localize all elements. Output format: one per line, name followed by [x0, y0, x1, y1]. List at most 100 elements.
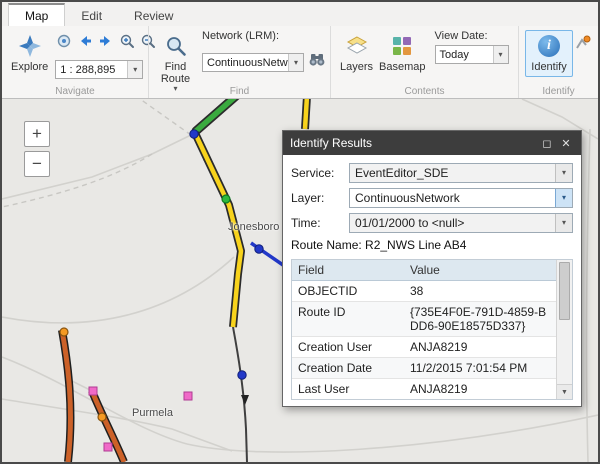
grid-row-creation-user[interactable]: Creation User ANJA8219: [292, 337, 556, 358]
panel-title: Identify Results: [290, 136, 536, 150]
map-zoom-out-button[interactable]: −: [24, 151, 50, 177]
view-date-value: Today: [436, 49, 493, 61]
grid-header-field: Field: [292, 260, 404, 280]
grid-cell-value: ANJA8219: [404, 337, 556, 357]
scale-dropdown-arrow[interactable]: ▾: [127, 61, 142, 78]
grid-row-last-user[interactable]: Last User ANJA8219: [292, 379, 556, 399]
find-route-magnifier-icon: [164, 34, 188, 58]
identify-info-icon: i: [537, 34, 561, 58]
attributes-grid: Field Value OBJECTID 38 Route ID {735E4F…: [291, 259, 573, 400]
scrollbar-thumb[interactable]: [559, 262, 570, 320]
grid-cell-value: ANJA8219: [404, 379, 556, 399]
ribbon-group-contents: Layers Basemap View Date: Today ▾: [330, 26, 518, 98]
grid-cell-field: Route ID: [292, 302, 404, 336]
explore-button[interactable]: Explore: [8, 30, 51, 77]
basemap-label: Basemap: [379, 61, 425, 73]
layers-label: Layers: [340, 61, 373, 73]
service-label: Service:: [291, 166, 349, 180]
identify-results-panel: Identify Results ◻ ✕ Service: EventEdito…: [282, 130, 582, 407]
time-dropdown-arrow[interactable]: ▾: [555, 214, 572, 232]
map-canvas[interactable]: Jonesboro Purmela + − Identify Results ◻…: [2, 99, 598, 462]
group-label-find: Find: [149, 86, 330, 97]
identify-label: Identify: [531, 61, 566, 73]
panel-body: Service: EventEditor_SDE ▾ Layer: Contin…: [283, 155, 581, 406]
search-binoculars-icon[interactable]: [308, 50, 326, 68]
service-combobox[interactable]: EventEditor_SDE ▾: [349, 163, 573, 183]
explore-compass-icon: [18, 34, 42, 58]
grid-cell-value: 38: [404, 281, 556, 301]
network-dropdown-arrow[interactable]: ▾: [288, 54, 303, 71]
grid-cell-field: Last User: [292, 379, 404, 399]
network-value: ContinuousNetwork: [203, 57, 288, 69]
caret-icon: ▾: [562, 194, 566, 202]
view-date-combobox[interactable]: Today ▾: [435, 45, 509, 64]
map-label-purmela: Purmela: [132, 407, 173, 419]
grid-cell-value: 11/2/2015 7:01:54 PM: [404, 358, 556, 378]
find-route-label: Find Route: [159, 61, 193, 85]
layer-dropdown-arrow[interactable]: ▾: [555, 189, 572, 207]
group-label-identify: Identify: [519, 86, 598, 97]
scrollbar-down-arrow[interactable]: ▼: [557, 384, 572, 399]
time-label: Time:: [291, 216, 349, 230]
map-label-jonesboro: Jonesboro: [228, 221, 279, 233]
caret-icon: ▾: [499, 51, 503, 59]
layer-combobox[interactable]: ContinuousNetwork ▾: [349, 188, 573, 208]
view-date-label: View Date:: [435, 30, 509, 42]
map-zoom-in-button[interactable]: +: [24, 121, 50, 147]
down-arrow-icon: ▼: [561, 389, 568, 396]
basemap-button[interactable]: Basemap: [376, 30, 428, 77]
caret-icon: ▾: [294, 59, 298, 67]
app-window: Map Edit Review Explore: [0, 0, 600, 464]
explore-label: Explore: [11, 61, 48, 73]
grid-cell-field: Creation User: [292, 337, 404, 357]
grid-cell-field: Creation Date: [292, 358, 404, 378]
layer-value: ContinuousNetwork: [350, 191, 555, 205]
caret-icon: ▾: [562, 169, 566, 177]
ribbon-group-identify: i Identify Identify: [518, 26, 598, 98]
grid-cell-field: OBJECTID: [292, 281, 404, 301]
grid-row-objectid[interactable]: OBJECTID 38: [292, 281, 556, 302]
ribbon: Explore: [2, 26, 598, 99]
group-label-navigate: Navigate: [2, 86, 148, 97]
network-lrm-label: Network (LRM):: [202, 30, 326, 42]
panel-titlebar[interactable]: Identify Results ◻ ✕: [283, 131, 581, 155]
identify-route-tool-icon[interactable]: [573, 34, 591, 52]
view-date-dropdown-arrow[interactable]: ▾: [493, 46, 508, 63]
next-extent-icon[interactable]: [97, 32, 115, 50]
service-dropdown-arrow[interactable]: ▾: [555, 164, 572, 182]
caret-icon: ▾: [562, 219, 566, 227]
grid-header-row: Field Value: [292, 260, 556, 281]
previous-extent-icon[interactable]: [76, 32, 94, 50]
tab-map[interactable]: Map: [8, 3, 65, 26]
tab-edit[interactable]: Edit: [65, 5, 118, 26]
map-zoom-control: + −: [24, 121, 50, 177]
time-value: 01/01/2000 to <null>: [350, 216, 555, 230]
zoom-in-icon[interactable]: [118, 32, 136, 50]
identify-button[interactable]: i Identify: [525, 30, 573, 77]
group-label-contents: Contents: [331, 86, 518, 97]
scale-value: 1 : 288,895: [56, 64, 127, 76]
basemap-icon: [390, 34, 414, 58]
caret-icon: ▾: [133, 66, 137, 74]
ribbon-group-navigate: Explore: [2, 26, 148, 98]
ribbon-group-find: Find Route ▾ Network (LRM): ContinuousNe…: [148, 26, 330, 98]
close-icon[interactable]: ✕: [558, 137, 574, 150]
full-extent-icon[interactable]: [55, 32, 73, 50]
layer-label: Layer:: [291, 191, 349, 205]
grid-header-value: Value: [404, 260, 556, 280]
route-name-text: Route Name: R2_NWS Line AB4: [291, 238, 573, 252]
maximize-icon[interactable]: ◻: [539, 137, 555, 150]
grid-row-creation-date[interactable]: Creation Date 11/2/2015 7:01:54 PM: [292, 358, 556, 379]
ribbon-tabbar: Map Edit Review: [2, 2, 598, 26]
layers-button[interactable]: Layers: [337, 30, 376, 77]
grid-scrollbar[interactable]: ▼: [556, 260, 572, 399]
navigate-tools: 1 : 288,895 ▾: [55, 30, 157, 79]
service-value: EventEditor_SDE: [350, 166, 555, 180]
layers-icon: [345, 34, 369, 58]
scale-combobox[interactable]: 1 : 288,895 ▾: [55, 60, 143, 79]
network-combobox[interactable]: ContinuousNetwork ▾: [202, 53, 304, 72]
grid-row-routeid[interactable]: Route ID {735E4F0E-791D-4859-BDD6-90E185…: [292, 302, 556, 337]
time-combobox[interactable]: 01/01/2000 to <null> ▾: [349, 213, 573, 233]
tab-review[interactable]: Review: [118, 5, 189, 26]
grid-cell-value: {735E4F0E-791D-4859-BDD6-90E18575D337}: [404, 302, 556, 336]
